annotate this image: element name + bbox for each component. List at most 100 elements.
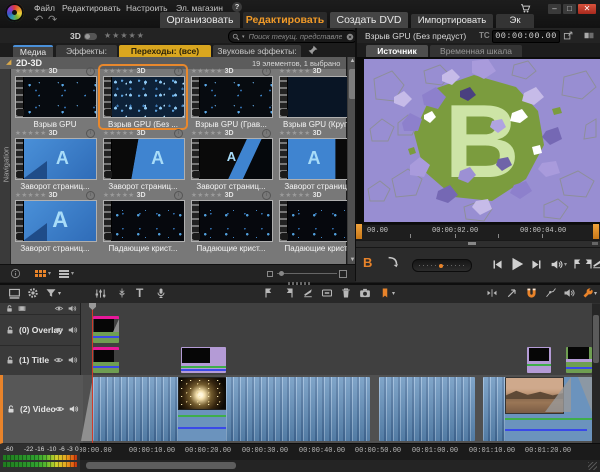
volume-icon[interactable] (550, 258, 563, 271)
filter-icon[interactable] (45, 287, 57, 299)
track-header-video[interactable]: (2) Video (0, 375, 83, 444)
razor-split-icon[interactable] (302, 287, 314, 299)
cart-icon[interactable] (520, 3, 531, 14)
lock-icon[interactable] (5, 325, 15, 335)
info-icon[interactable]: i (262, 67, 271, 76)
tile-stars[interactable]: ★★★★★ (103, 67, 135, 75)
film-track-icon[interactable] (17, 304, 27, 313)
background-b-button[interactable]: B (363, 255, 372, 270)
marker-icon[interactable] (379, 287, 391, 299)
title-clip[interactable] (566, 347, 592, 373)
timecode-display[interactable]: 00:00:00.00 (492, 30, 560, 43)
redo-icon[interactable]: ↷ (48, 13, 57, 26)
trim-handle-left[interactable] (356, 224, 362, 239)
loop-icon[interactable] (591, 258, 600, 270)
track-header-title[interactable]: (1) Title (0, 345, 80, 376)
audio-scrub-icon[interactable] (486, 287, 498, 299)
title-clip[interactable] (527, 347, 551, 373)
panel-resize-grip[interactable] (288, 282, 312, 285)
tab-create-dvd[interactable]: Создать DVD (330, 12, 408, 28)
trim-handle-right[interactable] (593, 224, 599, 239)
mark-in-icon[interactable] (263, 287, 275, 299)
tab-import[interactable]: Импортировать (411, 14, 493, 28)
tile-stars[interactable]: ★★★★★ (191, 67, 223, 75)
pin-icon[interactable] (308, 45, 318, 55)
timeline-ruler[interactable]: 00:00.00 00:00:10.00 00:00:20.00 00:00:3… (80, 443, 600, 460)
slide-icon[interactable] (321, 287, 333, 299)
lock-icon[interactable] (5, 355, 15, 365)
search-clear-icon[interactable] (346, 33, 354, 41)
overlay-clip[interactable] (93, 316, 119, 343)
info-icon[interactable]: i (262, 129, 271, 138)
tab-timeline-preview[interactable]: Временная шкала (430, 45, 522, 57)
title-clip[interactable] (93, 347, 119, 373)
undo-icon[interactable]: ↶ (34, 13, 43, 26)
transition-tile[interactable]: ★★★★★3Di Падающие крист... (101, 191, 185, 251)
tab-export[interactable]: Эк (496, 14, 534, 28)
speaker-icon[interactable] (67, 325, 78, 335)
tile-stars[interactable]: ★★★★★ (279, 129, 311, 137)
title-track-lane[interactable] (80, 345, 592, 376)
tile-stars[interactable]: ★★★★★ (191, 191, 223, 199)
video-clip[interactable] (93, 377, 370, 441)
info-icon[interactable] (10, 268, 21, 279)
lock-icon[interactable] (5, 304, 14, 313)
step-back-icon[interactable] (491, 258, 504, 271)
voiceover-mic-icon[interactable] (155, 287, 167, 299)
tab-source[interactable]: Источник (366, 45, 428, 57)
timeline-settings-icon[interactable] (8, 287, 21, 300)
tools-wrench-icon[interactable] (582, 287, 594, 299)
keyframe-line-icon[interactable] (545, 287, 557, 299)
trash-icon[interactable] (340, 287, 352, 299)
info-icon[interactable]: i (86, 129, 95, 138)
eye-icon[interactable] (53, 355, 64, 365)
thumbnail-zoom-slider[interactable] (267, 271, 347, 276)
search-dropdown-icon[interactable]: ▾ (242, 34, 245, 40)
preview-scrollbar-thumb[interactable] (468, 242, 476, 245)
tile-stars[interactable]: ★★★★★ (279, 67, 311, 75)
title-editor-icon[interactable]: T (136, 286, 143, 300)
mark-out-icon[interactable] (283, 287, 295, 299)
gear-icon[interactable] (27, 287, 39, 299)
3d-toggle[interactable] (84, 33, 97, 40)
menu-edit[interactable]: Редактировать (62, 3, 121, 13)
tile-stars[interactable]: ★★★★★ (15, 67, 47, 75)
lock-icon[interactable] (6, 404, 16, 414)
overlay-track-lane[interactable] (80, 314, 592, 346)
maximize-button[interactable]: □ (563, 4, 576, 14)
help-icon[interactable]: ? (232, 2, 242, 12)
dual-display-icon[interactable] (583, 30, 595, 41)
snapshot-camera-icon[interactable] (359, 287, 371, 299)
undock-icon[interactable] (563, 30, 574, 41)
search-input[interactable] (247, 31, 344, 42)
tab-sound-effects[interactable]: Звуковые эффекты: (все) (213, 45, 301, 57)
eye-icon[interactable] (54, 304, 64, 313)
tab-edit[interactable]: Редактировать (243, 12, 327, 28)
timeline-vscrollbar-thumb[interactable] (593, 315, 599, 363)
menu-file[interactable]: Файл (34, 3, 55, 13)
step-forward-icon[interactable] (530, 258, 543, 271)
info-icon[interactable]: i (262, 191, 271, 200)
info-icon[interactable]: i (86, 67, 95, 76)
tools-dropdown-icon[interactable]: ▾ (594, 290, 597, 297)
volume-dropdown-icon[interactable]: ▾ (564, 261, 567, 268)
tab-organize[interactable]: Организовать (160, 12, 240, 28)
tile-stars[interactable]: ★★★★★ (103, 129, 135, 137)
marker-dropdown-icon[interactable]: ▾ (392, 290, 395, 297)
tile-stars[interactable]: ★★★★★ (191, 129, 223, 137)
info-icon[interactable]: i (174, 191, 183, 200)
transition-tile[interactable]: ★★★★★3Di Падающие крист... (189, 191, 273, 251)
eye-icon[interactable] (54, 404, 65, 414)
grid-view-dropdown-icon[interactable]: ▾ (48, 270, 51, 277)
tile-stars[interactable]: ★★★★★ (15, 129, 47, 137)
title-clip[interactable] (181, 347, 226, 373)
play-icon[interactable] (508, 255, 526, 273)
video-clip[interactable] (379, 377, 475, 441)
tile-stars[interactable]: ★★★★★ (103, 191, 135, 199)
eye-icon[interactable] (53, 325, 64, 335)
transition-tile[interactable]: ★★★★★3Di Взрыв GPU (Грав... (189, 67, 273, 127)
speaker-icon[interactable] (67, 304, 77, 313)
navigate-icon[interactable] (506, 287, 518, 299)
list-view-icon[interactable] (59, 269, 69, 279)
transition-tile[interactable]: ★★★★★3Di A Заворот страниц... (13, 129, 97, 189)
